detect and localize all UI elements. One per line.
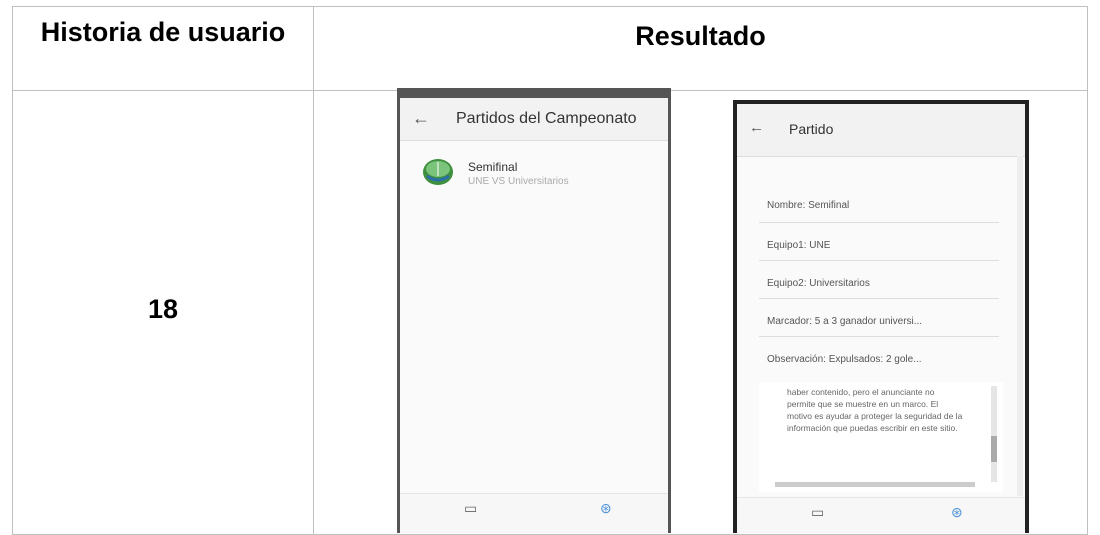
app-bar: ← Partido <box>737 104 1025 157</box>
field-team2: Equipo2: Universitarios <box>767 278 870 289</box>
calendar-icon[interactable]: ▭ <box>464 500 477 517</box>
matches-list-screen: ← Partidos del Campeonato Semifinal UNE … <box>397 88 671 533</box>
story-number: 18 <box>147 294 179 324</box>
header-result-label: Resultado <box>635 21 766 51</box>
embedded-frame[interactable]: haber contenido, pero el anunciante no p… <box>759 382 1003 492</box>
divider <box>759 298 999 299</box>
frame-horizontal-scrollbar[interactable] <box>775 482 975 487</box>
header-story-label: Historia de usuario <box>40 17 286 47</box>
divider <box>759 260 999 261</box>
status-bar <box>400 88 668 98</box>
story-number-cell: 18 <box>12 90 314 535</box>
field-observation: Observación: Expulsados: 2 gole... <box>767 354 922 365</box>
field-name: Nombre: Semifinal <box>767 200 850 211</box>
scrollbar[interactable] <box>1017 156 1023 496</box>
match-detail-screen: ← Partido Nombre: Semifinal Equipo1: UNE… <box>737 104 1025 533</box>
football-field-icon <box>423 159 453 185</box>
header-cell-result: Resultado <box>313 6 1088 91</box>
field-score: Marcador: 5 a 3 ganador universi... <box>767 316 923 327</box>
field-team1: Equipo1: UNE <box>767 240 831 251</box>
bottom-nav: ▭ ⊛ <box>737 497 1025 533</box>
soccer-ball-icon[interactable]: ⊛ <box>951 504 963 521</box>
list-item[interactable]: Semifinal UNE VS Universitarios <box>400 148 668 198</box>
divider <box>759 222 999 223</box>
app-bar: ← Partidos del Campeonato <box>400 98 668 141</box>
bottom-nav: ▭ ⊛ <box>400 493 668 533</box>
back-arrow-icon[interactable]: ← <box>412 108 430 129</box>
frame-message: haber contenido, pero el anunciante no p… <box>787 387 963 433</box>
divider <box>759 336 999 337</box>
screen-title: Partido <box>789 121 834 137</box>
calendar-icon[interactable]: ▭ <box>811 504 824 521</box>
frame-scrollbar[interactable] <box>991 386 997 482</box>
list-item-title: Semifinal <box>468 160 518 174</box>
frame-scroll-thumb[interactable] <box>991 436 997 462</box>
header-cell-story: Historia de usuario <box>12 6 314 91</box>
match-detail-device: ← Partido Nombre: Semifinal Equipo1: UNE… <box>733 100 1029 533</box>
list-item-subtitle: UNE VS Universitarios <box>468 176 569 187</box>
soccer-ball-icon[interactable]: ⊛ <box>600 500 612 517</box>
back-arrow-icon[interactable]: ← <box>749 119 764 136</box>
screen-title: Partidos del Campeonato <box>456 110 637 127</box>
